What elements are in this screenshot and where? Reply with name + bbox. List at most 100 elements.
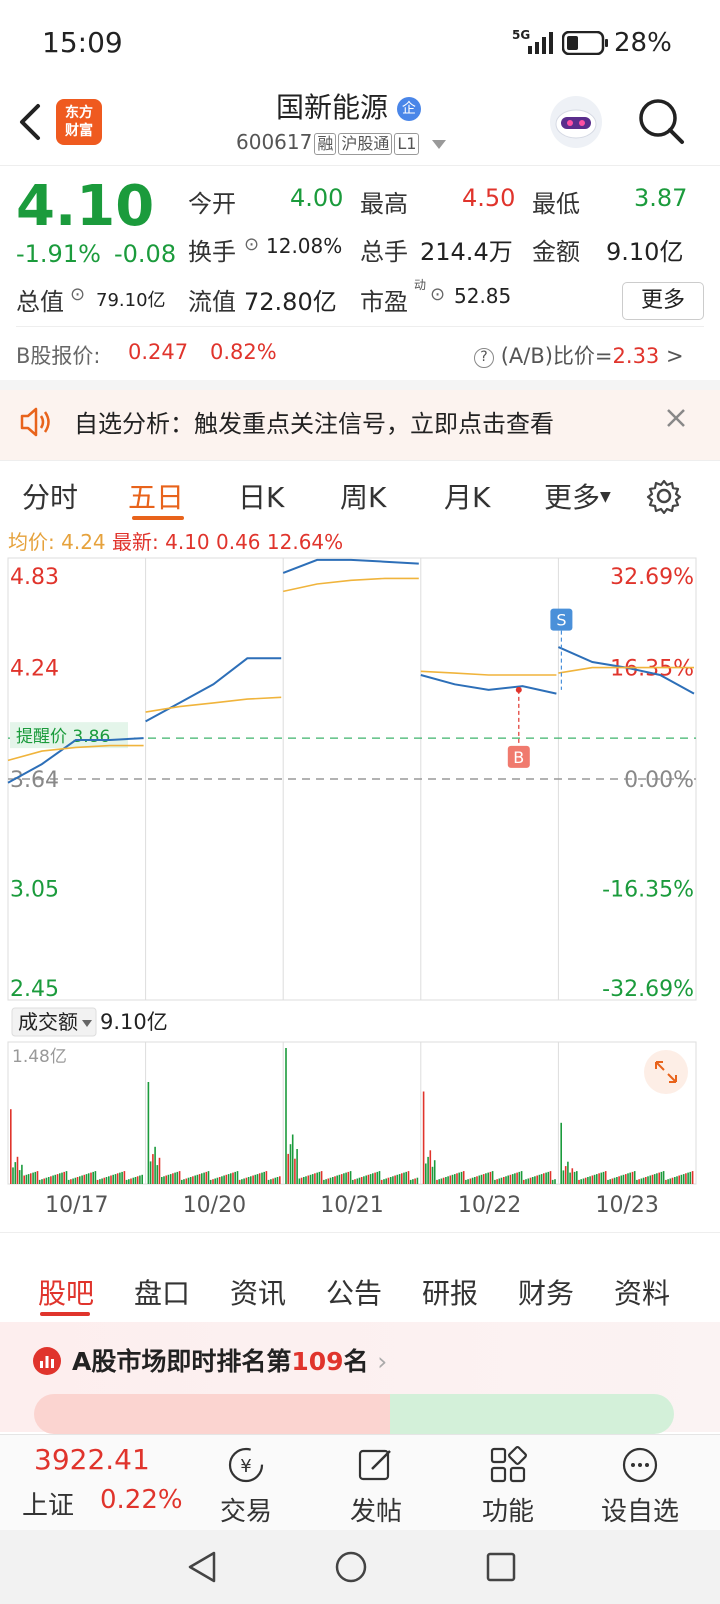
nav-add-watchlist[interactable]: 设自选	[590, 1443, 690, 1528]
five-day-chart[interactable]: 提醒价 3.86 4.83 32.69% 4.24 16.35% 3.64 0.00% 3.0…	[0, 556, 720, 1226]
volume-bar	[79, 1176, 81, 1184]
volume-bar	[416, 1177, 419, 1184]
nav-functions[interactable]: 功能	[458, 1443, 558, 1528]
volume-bar	[649, 1175, 652, 1184]
volume-bar	[174, 1172, 176, 1184]
price-line-day4	[420, 674, 557, 695]
stock-title-row[interactable]: 国新能源 企	[276, 86, 421, 126]
stock-code-row[interactable]: 600617 融沪股通 L1	[236, 130, 446, 155]
robot-assistant-icon[interactable]	[548, 94, 604, 150]
volume-bar	[409, 1179, 412, 1184]
volume-bar	[121, 1171, 123, 1184]
search-icon[interactable]	[636, 96, 686, 146]
back-triangle-icon[interactable]	[186, 1550, 220, 1584]
volume-bar	[265, 1171, 268, 1184]
svg-text:¥: ¥	[240, 1456, 251, 1477]
volume-bar	[10, 1109, 12, 1184]
volume-bar	[500, 1177, 503, 1184]
tab-orderbook[interactable]: 盘口	[134, 1272, 190, 1312]
more-button[interactable]: 更多	[622, 282, 704, 320]
app-logo[interactable]: 东方 财富	[56, 99, 102, 145]
volume-bar	[309, 1174, 312, 1184]
nav-trade[interactable]: ¥ 交易	[196, 1443, 296, 1528]
ab-ratio[interactable]: ? (A/B)比价=2.33 >	[474, 340, 684, 370]
expand-icon[interactable]	[644, 1050, 688, 1094]
x-tick-label: 10/17	[45, 1193, 108, 1218]
volume-bar	[27, 1174, 30, 1184]
index-value[interactable]: 3922.41	[34, 1443, 150, 1476]
volume-plot-frame	[7, 1041, 697, 1185]
volume-bar	[378, 1171, 381, 1184]
volume-bar	[112, 1174, 114, 1184]
tab-weekly-k[interactable]: 周K	[340, 476, 386, 516]
volume-bar	[687, 1172, 689, 1184]
info-icon[interactable]: ⊙	[244, 234, 259, 255]
grid-apps-icon	[490, 1446, 527, 1483]
volume-bar	[261, 1172, 263, 1184]
volume-bar	[569, 1172, 571, 1184]
tab-research[interactable]: 研报	[422, 1272, 478, 1312]
volume-bar	[422, 1091, 425, 1184]
volume-bar	[87, 1173, 90, 1184]
volume-bar	[103, 1177, 106, 1184]
rank-number: 109	[291, 1347, 344, 1376]
volume-bar	[363, 1176, 365, 1184]
volume-bar	[311, 1174, 314, 1184]
settings-gear-icon[interactable]	[646, 478, 682, 514]
volume-bar	[609, 1179, 611, 1184]
volume-bar	[209, 1179, 212, 1184]
tab-announcements[interactable]: 公告	[326, 1272, 382, 1312]
volume-bar	[491, 1171, 494, 1184]
bar-chart-icon	[33, 1347, 61, 1375]
volume-bar	[665, 1179, 667, 1184]
y-tick-label-right: -16.35%	[602, 878, 694, 903]
volume-bar	[47, 1177, 50, 1184]
volume-bar	[134, 1177, 137, 1184]
rank-card[interactable]: A股市场即时排名第109名 ›	[0, 1322, 720, 1434]
price-line-day3	[282, 558, 419, 574]
volume-bar	[529, 1177, 532, 1184]
volume-bar	[671, 1177, 674, 1184]
volume-bar	[41, 1179, 43, 1184]
home-circle-icon[interactable]	[334, 1550, 368, 1584]
recents-square-icon[interactable]	[484, 1550, 518, 1584]
back-icon[interactable]	[16, 102, 46, 142]
volume-bar	[92, 1171, 94, 1184]
turnover-label: 换手	[188, 238, 236, 266]
chevron-right-icon: >	[665, 344, 684, 368]
volume-bar	[478, 1175, 481, 1184]
volume-bar	[449, 1175, 452, 1184]
volume-bar	[185, 1178, 188, 1184]
volume-bar	[622, 1174, 625, 1184]
tab-financials[interactable]: 财务	[518, 1272, 574, 1312]
volume-bar	[141, 1174, 143, 1184]
info-icon[interactable]: ⊙	[70, 284, 85, 305]
nav-post[interactable]: 发帖	[326, 1443, 426, 1528]
volume-bar	[616, 1177, 618, 1184]
volume-bar	[496, 1179, 498, 1184]
tab-intraday[interactable]: 分时	[22, 476, 78, 516]
tab-monthly-k[interactable]: 月K	[444, 476, 490, 516]
volume-bar	[653, 1174, 656, 1184]
close-icon[interactable]	[664, 406, 688, 430]
info-icon[interactable]: ⊙	[430, 284, 445, 305]
tab-daily-k[interactable]: 日K	[238, 476, 284, 516]
volume-bar	[136, 1176, 139, 1184]
volume-bar	[352, 1179, 354, 1184]
signal-banner[interactable]: 自选分析：触发重点关注信号，立即点击查看	[0, 390, 720, 460]
nav-post-label: 发帖	[349, 1497, 402, 1527]
volume-bar	[647, 1176, 649, 1184]
volume-bar	[149, 1161, 152, 1184]
tab-profile[interactable]: 资料	[614, 1272, 670, 1312]
tab-more[interactable]: 更多▼	[544, 476, 611, 516]
volume-bar	[631, 1171, 634, 1184]
tab-five-day[interactable]: 五日	[128, 476, 184, 516]
volume-bar	[45, 1177, 48, 1184]
change-pct: -1.91%	[16, 240, 101, 268]
tab-forum[interactable]: 股吧	[38, 1272, 94, 1312]
volume-bar	[514, 1173, 516, 1184]
volume-bar	[645, 1177, 647, 1184]
tab-news[interactable]: 资讯	[230, 1272, 286, 1312]
sell-marker-text: S	[556, 611, 566, 630]
volume-bar	[172, 1173, 174, 1184]
